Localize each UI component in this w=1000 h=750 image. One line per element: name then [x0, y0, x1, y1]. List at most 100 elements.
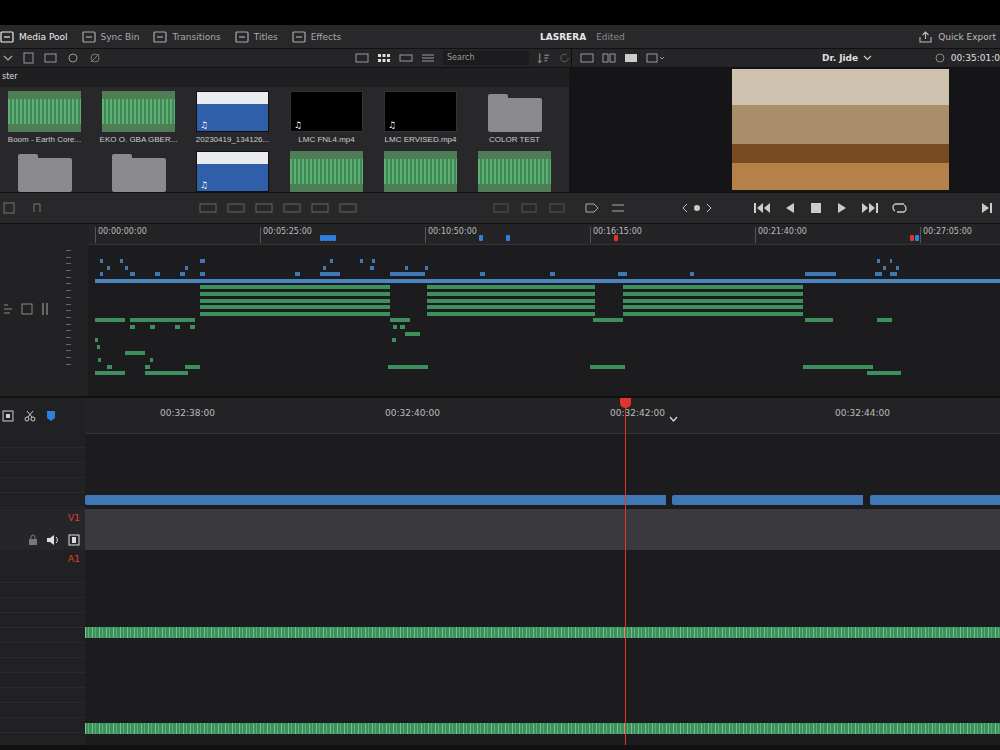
- media-item[interactable]: ♫20230419_134126...: [196, 91, 269, 144]
- overview-clip[interactable]: [190, 325, 195, 329]
- overview-clip[interactable]: [130, 272, 135, 276]
- video-clip[interactable]: [870, 495, 1000, 505]
- sync-icon[interactable]: [66, 52, 80, 64]
- track-options-icon[interactable]: [40, 302, 52, 316]
- overview-clip[interactable]: [200, 259, 205, 263]
- edit-mode-icon[interactable]: [282, 201, 302, 215]
- overview-clip[interactable]: [95, 371, 125, 375]
- marker[interactable]: [479, 235, 483, 241]
- marker[interactable]: [915, 235, 919, 241]
- media-item[interactable]: ♫: [196, 151, 269, 192]
- overview-clip[interactable]: [623, 305, 803, 309]
- overview-clip[interactable]: [618, 272, 627, 276]
- overview-clip[interactable]: [360, 259, 363, 263]
- dual-viewer-icon[interactable]: [602, 53, 616, 63]
- overview-clip[interactable]: [150, 358, 153, 362]
- edit-mode-icon[interactable]: [254, 201, 274, 215]
- overview-clip[interactable]: [185, 365, 200, 369]
- snap-icon[interactable]: [2, 410, 14, 422]
- film-icon[interactable]: [68, 534, 80, 546]
- overview-clip[interactable]: [200, 285, 390, 289]
- clip-icon[interactable]: [2, 201, 16, 215]
- marker[interactable]: [614, 235, 618, 241]
- overview-clip[interactable]: [405, 332, 420, 336]
- scissors-icon[interactable]: [24, 410, 36, 422]
- overview-clip[interactable]: [427, 299, 595, 303]
- track-lock-icon[interactable]: [2, 302, 14, 316]
- overlay-mode-icon[interactable]: [548, 201, 566, 215]
- overview-clip[interactable]: [130, 318, 195, 322]
- media-item[interactable]: [290, 151, 363, 192]
- overview-clip[interactable]: [390, 318, 410, 322]
- edit-mode-icon[interactable]: [198, 201, 218, 215]
- audio-icon[interactable]: [30, 201, 44, 215]
- overview-clip[interactable]: [896, 266, 899, 270]
- overview-clip[interactable]: [95, 338, 98, 342]
- strip-view-icon[interactable]: [399, 53, 413, 63]
- play-reverse-icon[interactable]: [783, 202, 797, 214]
- overview-clip[interactable]: [805, 318, 833, 322]
- layout-icon[interactable]: [580, 53, 594, 63]
- media-item[interactable]: [478, 151, 551, 192]
- overview-clip[interactable]: [883, 266, 886, 270]
- overview-clip[interactable]: [425, 266, 428, 270]
- overview-clip[interactable]: [295, 272, 300, 276]
- timeline-canvas[interactable]: 00:32:38:0000:32:40:0000:32:42:0000:32:4…: [85, 398, 1000, 745]
- match-frame-icon[interactable]: [584, 201, 600, 215]
- overview-clip[interactable]: [623, 299, 803, 303]
- edit-mode-icon[interactable]: [338, 201, 358, 215]
- search-field[interactable]: Search: [443, 51, 529, 65]
- go-to-start-icon[interactable]: [753, 202, 771, 214]
- overview-canvas[interactable]: 00:00:00:0000:05:25:0000:10:50:0000:16:1…: [88, 224, 1000, 396]
- thumbnail-view-icon[interactable]: [377, 53, 391, 63]
- overview-clip[interactable]: [867, 371, 901, 375]
- panel-tab[interactable]: Media Pool: [0, 31, 68, 43]
- loop-icon[interactable]: [891, 201, 909, 215]
- overview-clip[interactable]: [125, 266, 128, 270]
- sort-icon[interactable]: [537, 52, 550, 64]
- overview-clip[interactable]: [392, 338, 396, 342]
- speaker-icon[interactable]: [46, 534, 60, 546]
- overview-clip[interactable]: [330, 259, 333, 263]
- refresh-icon[interactable]: [558, 52, 571, 64]
- next-icon[interactable]: [705, 203, 713, 213]
- overview-clip[interactable]: [623, 285, 803, 289]
- overview-clip[interactable]: [320, 272, 340, 276]
- overview-clip[interactable]: [877, 318, 892, 322]
- overview-clip[interactable]: [405, 266, 408, 270]
- marker[interactable]: [332, 235, 336, 241]
- overview-clip[interactable]: [200, 312, 390, 316]
- list-view-icon[interactable]: [421, 53, 435, 63]
- media-item[interactable]: ♫LMC FNL4.mp4: [290, 91, 363, 144]
- overview-clip[interactable]: [107, 365, 112, 369]
- bin-label[interactable]: ster: [0, 68, 569, 87]
- overview-clip[interactable]: [890, 272, 897, 276]
- overview-clip[interactable]: [200, 292, 390, 296]
- media-item[interactable]: [8, 151, 81, 192]
- next-clip-icon[interactable]: [981, 202, 993, 214]
- media-item[interactable]: Boom - Earth Core...: [8, 91, 81, 144]
- overview-clip[interactable]: [130, 325, 135, 329]
- overview-clip[interactable]: [388, 365, 428, 369]
- overview-clip[interactable]: [145, 365, 150, 369]
- overview-clip[interactable]: [890, 259, 892, 263]
- overview-clip[interactable]: [98, 358, 101, 362]
- overview-clip[interactable]: [805, 272, 836, 276]
- media-item[interactable]: COLOR TEST: [478, 91, 551, 144]
- playhead[interactable]: [625, 398, 626, 745]
- overview-clip[interactable]: [180, 272, 185, 276]
- marker[interactable]: [506, 235, 510, 241]
- overview-clip[interactable]: [550, 272, 555, 276]
- overview-clip[interactable]: [323, 266, 326, 270]
- bin-icon[interactable]: [44, 52, 58, 64]
- play-icon[interactable]: [835, 202, 849, 214]
- safe-area-icon[interactable]: [624, 53, 638, 63]
- marker[interactable]: [910, 235, 914, 241]
- overview-clip[interactable]: [875, 272, 882, 276]
- overview-clip[interactable]: [200, 305, 390, 309]
- overview-clip[interactable]: [623, 292, 803, 296]
- quick-export-button[interactable]: Quick Export: [919, 31, 1000, 43]
- track-view-icon[interactable]: [20, 302, 34, 316]
- overview-clip[interactable]: [803, 365, 873, 369]
- go-to-end-icon[interactable]: [861, 202, 879, 214]
